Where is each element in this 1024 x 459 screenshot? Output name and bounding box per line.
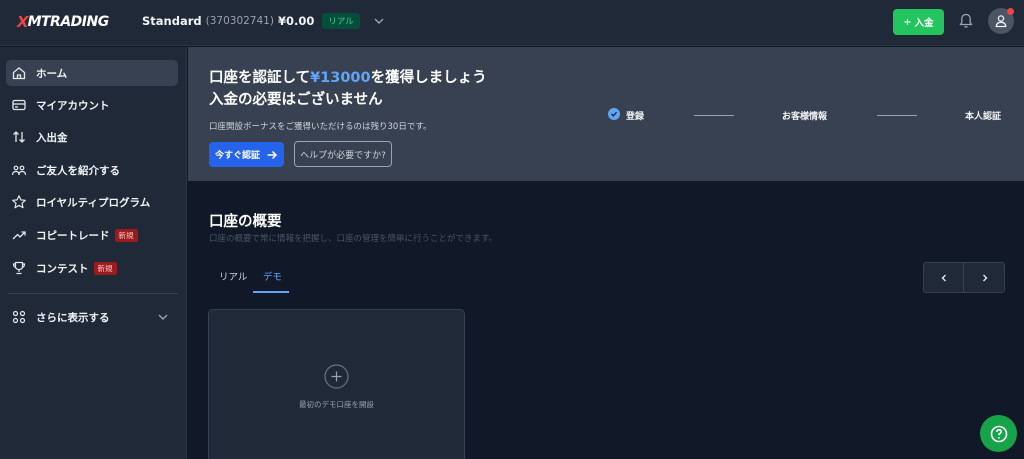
account-number: (370302741)	[205, 15, 274, 27]
chevron-down-icon[interactable]	[372, 14, 386, 28]
step-connector	[877, 115, 917, 116]
xm-logo[interactable]: X MTRADING	[17, 13, 109, 31]
deposit-button[interactable]: + 入金	[893, 9, 944, 35]
trophy-icon	[12, 261, 26, 275]
active-tab-indicator	[253, 291, 289, 293]
trend-up-icon	[12, 231, 26, 240]
sidebar-item-show-more[interactable]: さらに表示する	[6, 304, 178, 330]
open-demo-account-card[interactable]: 最初のデモ口座を開設	[208, 309, 465, 459]
arrow-right-icon	[267, 150, 278, 159]
transfer-arrows-icon	[13, 131, 25, 143]
chevron-right-icon	[983, 274, 988, 281]
sidebar-item-label: コンテスト 新規	[36, 261, 117, 276]
banner-title-prefix: 口座を認証して	[209, 70, 311, 86]
sidebar-item-label-text: コンテスト	[36, 263, 89, 275]
star-icon	[12, 195, 26, 209]
step-identity: 本人認証	[965, 112, 1002, 122]
account-selector[interactable]: Standard (370302741) ¥0.00 リアル	[142, 13, 386, 29]
plus-circle-icon	[324, 364, 349, 389]
banner-title: 口座を認証して¥13000を獲得しましょう	[209, 66, 487, 87]
page-subtitle: 口座の概要で常に情報を把握し、口座の管理を簡単に行うことができます。	[209, 234, 498, 244]
sidebar-item-label: さらに表示する	[36, 312, 110, 324]
banner-title-suffix: を獲得しましょう	[370, 70, 487, 86]
grid-icon	[12, 310, 26, 324]
sidebar: ホーム マイアカウント 入出金 ご友人を紹介する ロイヤルティプログラム コピー…	[0, 47, 187, 459]
verify-now-label: 今すぐ認証	[214, 151, 260, 161]
step-connector	[694, 115, 734, 116]
sidebar-item-label: 入出金	[36, 132, 68, 144]
notification-dot	[1007, 8, 1014, 15]
help-chat-button[interactable]	[980, 415, 1017, 452]
user-icon	[995, 15, 1007, 28]
account-name: Standard	[142, 14, 202, 28]
sidebar-item-label: マイアカウント	[36, 100, 110, 112]
step-customer-info: お客様情報	[782, 112, 828, 122]
account-balance: ¥0.00	[277, 14, 315, 28]
referral-people-icon	[11, 165, 27, 176]
chevron-down-icon	[158, 314, 168, 320]
new-badge: 新規	[114, 229, 138, 242]
sidebar-divider	[8, 293, 178, 294]
banner-bonus-amount: ¥13000	[310, 70, 371, 86]
step-register: 登録	[626, 112, 645, 122]
new-badge: 新規	[93, 262, 117, 275]
plus-icon: +	[903, 16, 912, 28]
verification-steps: 登録 お客様情報 本人認証	[608, 104, 1008, 124]
sidebar-item-copy-trade[interactable]: コピートレード 新規	[6, 222, 178, 248]
verify-now-button[interactable]: 今すぐ認証	[209, 142, 284, 167]
page-title: 口座の概要	[209, 214, 282, 230]
account-pager	[923, 262, 1005, 293]
logo-word: MTRADING	[27, 14, 110, 30]
banner-subtitle: 口座開設ボーナスをご獲得いただけるのは残り30日です。	[209, 122, 432, 132]
open-demo-account-label: 最初のデモ口座を開設	[299, 400, 374, 409]
sidebar-item-my-account[interactable]: マイアカウント	[6, 92, 178, 118]
logo-x: X	[17, 13, 29, 31]
next-button[interactable]	[965, 263, 1005, 292]
sidebar-item-label: コピートレード 新規	[36, 228, 138, 243]
deposit-button-label: 入金	[914, 18, 934, 29]
sidebar-item-home[interactable]: ホーム	[6, 60, 178, 86]
chevron-left-icon	[941, 274, 946, 281]
tab-real[interactable]: リアル	[219, 269, 247, 283]
avatar[interactable]	[988, 8, 1014, 34]
top-bar: X MTRADING Standard (370302741) ¥0.00 リアル…	[0, 0, 1024, 46]
home-icon	[12, 67, 26, 80]
bell-icon[interactable]	[957, 12, 975, 30]
prev-button[interactable]	[924, 263, 964, 292]
check-circle-icon	[608, 108, 620, 120]
tab-demo[interactable]: デモ	[263, 269, 282, 283]
sidebar-item-deposit-withdraw[interactable]: 入出金	[6, 124, 178, 150]
help-button[interactable]: ヘルプが必要ですか?	[294, 141, 392, 167]
sidebar-item-label: ロイヤルティプログラム	[36, 197, 151, 209]
sidebar-item-loyalty[interactable]: ロイヤルティプログラム	[6, 189, 178, 215]
help-question-icon	[990, 425, 1007, 442]
sidebar-item-label-text: コピートレード	[36, 230, 110, 242]
verification-banner: 口座を認証して¥13000を獲得しましょう 入金の必要はございません 口座開設ボ…	[188, 47, 1024, 181]
sidebar-item-referral[interactable]: ご友人を紹介する	[6, 157, 178, 183]
sidebar-item-label: ご友人を紹介する	[36, 165, 120, 177]
banner-title-line2: 入金の必要はございません	[209, 92, 383, 108]
account-card-icon	[12, 99, 26, 111]
account-type-badge: リアル	[322, 13, 360, 29]
sidebar-item-label: ホーム	[36, 68, 68, 80]
sidebar-item-contest[interactable]: コンテスト 新規	[6, 255, 178, 281]
